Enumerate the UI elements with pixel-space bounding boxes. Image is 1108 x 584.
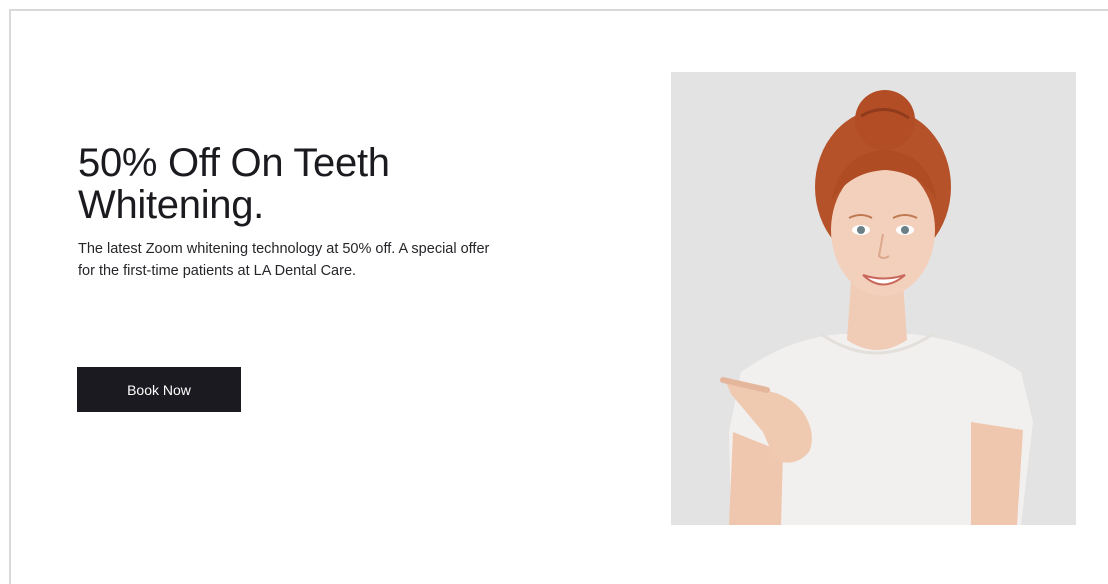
hero-description: The latest Zoom whitening technology at … [78, 241, 490, 279]
hero-text-block: 50% Off On Teeth Whitening. The latest Z… [78, 142, 518, 282]
hero-photo [671, 72, 1076, 525]
woman-pointing-illustration [671, 72, 1076, 525]
hero-title: 50% Off On Teeth Whitening. [78, 141, 390, 227]
book-now-button[interactable]: Book Now [77, 367, 241, 412]
